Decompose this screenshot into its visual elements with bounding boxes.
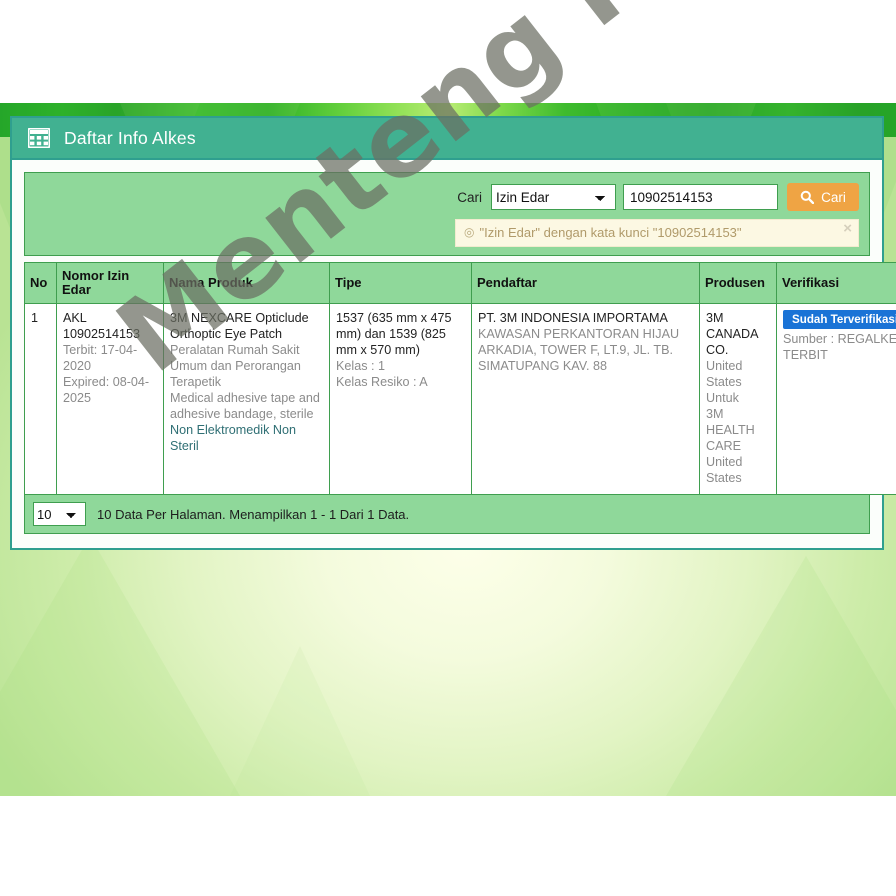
background-polygon: [0, 536, 240, 796]
tipe-dimensi: 1537 (635 mm x 475 mm) dan 1539 (825 mm …: [336, 311, 452, 357]
cell-verifikasi: Sudah Terverifikasi Sumber : REGALKES TE…: [776, 303, 896, 495]
info-alkes-panel: Daftar Info Alkes Cari Izin Edar 1090251…: [10, 116, 896, 550]
info-circle-icon: ◎: [464, 225, 475, 239]
cell-nomor-izin-edar: AKL 10902514153 Terbit: 17-04-2020 Expir…: [56, 303, 164, 495]
column-header-tipe: Tipe: [329, 262, 472, 304]
search-input[interactable]: [623, 184, 778, 210]
close-icon[interactable]: ×: [843, 221, 852, 236]
status-badge: Sudah Terverifikasi: [783, 310, 896, 329]
verifikasi-sumber: Sumber : REGALKES TERBIT: [783, 332, 896, 362]
izin-expired: Expired: 08-04-2025: [63, 375, 150, 405]
column-header-verifikasi: Verifikasi: [776, 262, 896, 304]
izin-terbit: Terbit: 17-04-2020: [63, 343, 138, 373]
column-header-pendaftar: Pendaftar: [471, 262, 700, 304]
cell-no: 1: [24, 303, 57, 495]
cell-pendaftar: PT. 3M INDONESIA IMPORTAMA KAWASAN PERKA…: [471, 303, 700, 495]
produsen-untuk-label: Untuk: [706, 391, 739, 405]
produk-nama: 3M NEXCARE Opticlude Orthoptic Eye Patch: [170, 311, 309, 341]
column-header-nama-produk: Nama Produk: [163, 262, 330, 304]
produsen-nama: 3M CANADA CO.: [706, 311, 758, 357]
info-alkes-table: No Nomor Izin Edar Nama Produk Tipe Pend…: [24, 262, 896, 495]
cell-tipe: 1537 (635 mm x 475 mm) dan 1539 (825 mm …: [329, 303, 472, 495]
search-label: Cari: [457, 189, 482, 205]
tipe-kelas: Kelas : 1: [336, 359, 386, 373]
tipe-kelas-resiko: Kelas Resiko : A: [336, 375, 428, 389]
produk-klasifikasi: Non Elektromedik Non Steril: [170, 423, 296, 453]
background-polygon: [230, 646, 370, 796]
table-footer: 10 10 Data Per Halaman. Menampilkan 1 - …: [24, 495, 870, 534]
search-button-label: Cari: [821, 189, 846, 205]
per-page-select[interactable]: 10: [33, 502, 86, 526]
cell-nama-produk: 3M NEXCARE Opticlude Orthoptic Eye Patch…: [163, 303, 330, 495]
produk-kategori: Peralatan Rumah Sakit Umum dan Peroranga…: [170, 343, 301, 389]
column-header-no: No: [24, 262, 57, 304]
table-header-row: No Nomor Izin Edar Nama Produk Tipe Pend…: [24, 262, 896, 304]
search-result-notice: ◎ "Izin Edar" dengan kata kunci "1090251…: [455, 219, 859, 247]
table-header: No Nomor Izin Edar Nama Produk Tipe Pend…: [24, 262, 896, 304]
izin-kode: AKL: [63, 311, 87, 325]
search-button[interactable]: Cari: [787, 183, 859, 211]
table-row: 1 AKL 10902514153 Terbit: 17-04-2020 Exp…: [24, 303, 896, 495]
search-category-select[interactable]: Izin Edar: [491, 184, 616, 210]
background-polygon: [666, 556, 896, 796]
produsen-untuk-negara: United States: [706, 455, 743, 485]
izin-nomor: 10902514153: [63, 327, 141, 341]
pagination-info: 10 Data Per Halaman. Menampilkan 1 - 1 D…: [97, 506, 410, 522]
screenshot-root: Daftar Info Alkes Cari Izin Edar 1090251…: [0, 0, 896, 896]
cell-produsen: 3M CANADA CO. United States Untuk 3M HEA…: [699, 303, 777, 495]
table-grid-icon: [27, 127, 51, 149]
produsen-negara: United States: [706, 359, 743, 389]
search-icon: [800, 190, 815, 204]
search-section: Cari Izin Edar Cari: [24, 172, 870, 256]
panel-header: Daftar Info Alkes: [12, 118, 882, 160]
page-title: Daftar Info Alkes: [64, 127, 196, 148]
pendaftar-alamat: KAWASAN PERKANTORAN HIJAU ARKADIA, TOWER…: [478, 327, 680, 373]
column-header-nomor-izin-edar: Nomor Izin Edar: [56, 262, 164, 304]
column-header-produsen: Produsen: [699, 262, 777, 304]
pendaftar-nama: PT. 3M INDONESIA IMPORTAMA: [478, 311, 668, 325]
produsen-untuk-nama: 3M HEALTH CARE: [706, 407, 755, 453]
table-body: 1 AKL 10902514153 Terbit: 17-04-2020 Exp…: [24, 303, 896, 495]
search-row: Cari Izin Edar Cari: [35, 183, 859, 211]
panel-body: Cari Izin Edar Cari: [12, 160, 896, 548]
produk-deskripsi: Medical adhesive tape and adhesive banda…: [170, 391, 320, 421]
search-result-notice-text: "Izin Edar" dengan kata kunci "109025141…: [479, 225, 742, 240]
